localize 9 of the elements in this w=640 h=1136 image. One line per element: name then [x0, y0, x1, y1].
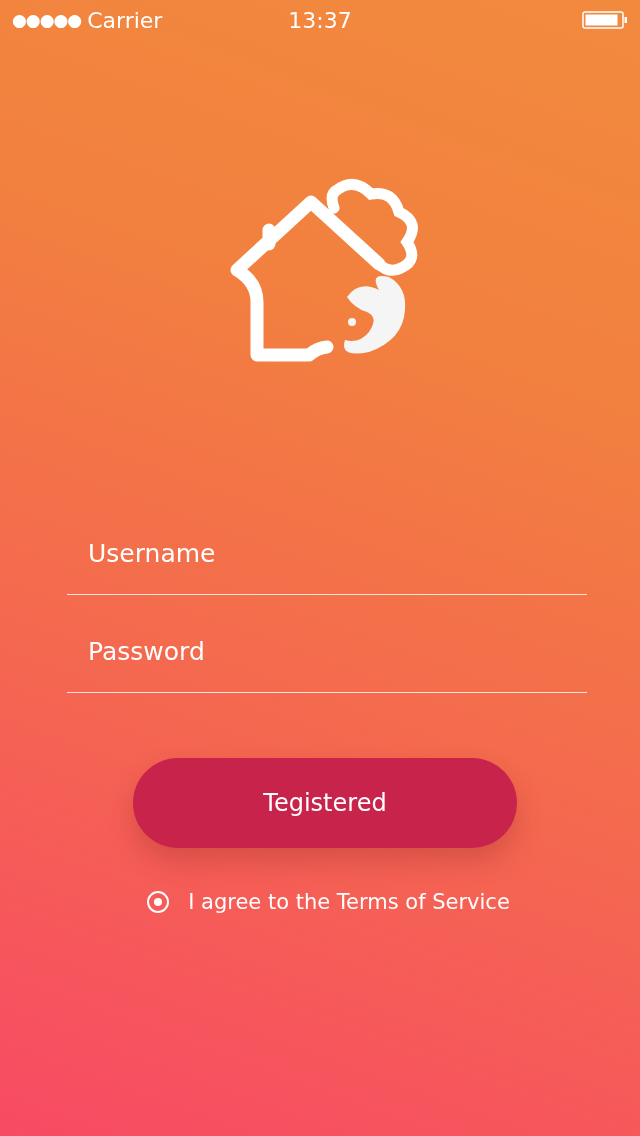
battery-icon	[582, 11, 628, 29]
carrier-name: Carrier	[87, 7, 163, 33]
register-button[interactable]: Tegistered	[133, 758, 517, 848]
signal-strength: ●●●●●	[12, 10, 82, 30]
terms-label: I agree to the Terms of Service	[188, 890, 510, 914]
input-field[interactable]: Username	[67, 539, 587, 594]
input-field[interactable]: Password	[67, 637, 587, 692]
radio-button[interactable]	[146, 890, 171, 914]
clock-time: 13:37	[288, 7, 352, 33]
